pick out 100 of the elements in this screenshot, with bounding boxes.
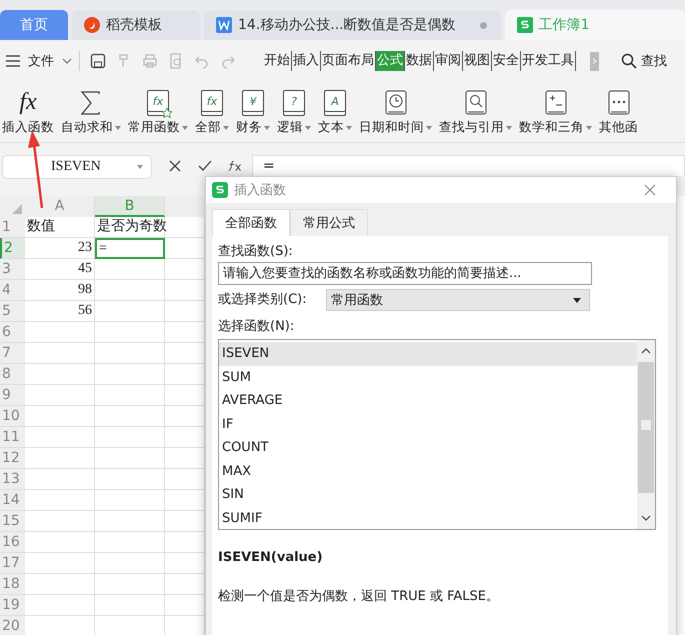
table-cell: 45 — [25, 259, 95, 280]
ribbon-tab[interactable]: 审阅 — [434, 51, 463, 71]
ribbon-button[interactable]: 日期和时间 — [359, 82, 432, 142]
menu-icon[interactable] — [6, 55, 20, 67]
document-tab[interactable]: 稻壳模板 — [72, 10, 200, 40]
table-cell — [25, 490, 95, 511]
table-cell — [95, 427, 165, 448]
dialog-tab[interactable]: 全部函数 — [212, 209, 290, 236]
function-description: 检测一个值是否为偶数，返回 TRUE 或 FALSE。 — [218, 588, 500, 605]
table-cell: 23 — [25, 238, 95, 259]
function-item[interactable]: ISEVEN — [219, 342, 637, 366]
function-item[interactable]: SUM — [219, 366, 637, 389]
ribbon-tab[interactable]: 开发工具 — [521, 51, 576, 71]
table-cell — [95, 301, 165, 322]
ribbon-button[interactable]: 其他函 — [599, 82, 638, 142]
table-cell — [95, 385, 165, 406]
ribbon-button[interactable]: 自动求和 — [61, 82, 121, 142]
table-cell — [95, 553, 165, 574]
table-cell — [25, 427, 95, 448]
ribbon-tab[interactable]: 开始 — [263, 51, 292, 71]
ribbon-button[interactable]: A 文本 — [318, 82, 352, 142]
table-cell — [95, 511, 165, 532]
ribbon-tab[interactable]: 插入 — [292, 51, 321, 71]
table-cell: 56 — [25, 301, 95, 322]
more-book-icon — [606, 90, 630, 116]
function-icon[interactable] — [228, 159, 242, 173]
table-cell — [25, 469, 95, 490]
file-menu[interactable]: 文件 — [28, 52, 54, 70]
ribbon-tab[interactable]: 安全 — [492, 51, 521, 71]
clock-book-icon — [384, 90, 408, 116]
document-icon — [216, 17, 232, 33]
document-tab[interactable]: 14.移动办公技...断数值是否是偶数 — [204, 10, 501, 40]
ribbon-button[interactable]: fx 全部 — [195, 82, 229, 142]
close-icon[interactable] — [644, 184, 656, 196]
table-cell: 数值 — [25, 217, 95, 238]
function-icon: fx — [19, 88, 37, 116]
ribbon-button[interactable]: fx 常用函数 — [128, 82, 188, 142]
caret-icon — [573, 298, 581, 302]
table-cell — [25, 553, 95, 574]
ribbon-button[interactable]: 查找与引用 — [439, 82, 512, 142]
table-cell — [25, 322, 95, 343]
function-item[interactable]: AVERAGE — [219, 389, 637, 412]
function-item[interactable]: SUMIF — [219, 506, 637, 530]
search-button[interactable]: 查找 — [621, 52, 668, 70]
category-dropdown[interactable]: 常用函数 — [326, 289, 590, 311]
caret-icon — [137, 165, 143, 169]
chevron-icon[interactable] — [62, 58, 72, 64]
ribbon-button[interactable]: ¥ 财务 — [236, 82, 270, 142]
ribbon-button[interactable]: ? 逻辑 — [277, 82, 311, 142]
plus-minus-book-icon — [544, 90, 568, 116]
function-item[interactable]: IF — [219, 412, 637, 436]
function-signature: ISEVEN(value) — [218, 550, 324, 565]
table-cell — [95, 532, 165, 553]
ribbon-button[interactable]: fx 插入函数 — [2, 82, 54, 142]
table-cell — [95, 364, 165, 385]
search-field[interactable]: 请输入您要查找的函数名称或函数功能的简要描述... — [218, 262, 592, 285]
function-item[interactable]: SIN — [219, 483, 637, 506]
name-box[interactable]: ISEVEN — [2, 155, 152, 179]
table-cell — [25, 343, 95, 364]
scrollbar-thumb[interactable] — [641, 420, 651, 430]
table-cell — [95, 406, 165, 427]
spreadsheet-icon — [212, 182, 228, 198]
field-label: 查找函数(S): — [218, 243, 294, 261]
function-item[interactable]: MAX — [219, 460, 637, 483]
field-label: 选择函数(N): — [218, 318, 296, 336]
ribbon-tab[interactable]: 视图 — [463, 51, 492, 71]
magnifier-book-icon — [464, 90, 488, 116]
cancel-icon[interactable] — [168, 159, 182, 173]
scroll-up-icon[interactable] — [641, 348, 651, 354]
table-cell: 是否为奇数 — [95, 217, 165, 238]
search-icon — [621, 53, 638, 69]
table-cell — [95, 469, 165, 490]
ribbon-button[interactable]: 数学和三角 — [519, 82, 592, 142]
book-icon: fx — [201, 90, 223, 116]
table-cell — [95, 343, 165, 364]
scroll-down-icon[interactable] — [641, 515, 651, 521]
dialog-title: 插入函数 — [234, 182, 286, 199]
table-cell — [25, 448, 95, 469]
check-icon[interactable] — [198, 159, 212, 173]
book-icon: A — [324, 90, 346, 116]
table-cell — [25, 532, 95, 553]
table-cell — [95, 490, 165, 511]
spreadsheet-icon — [516, 17, 533, 33]
save-icon[interactable] — [90, 53, 106, 69]
table-cell — [25, 406, 95, 427]
table-cell — [25, 511, 95, 532]
flame-icon — [84, 17, 100, 33]
table-cell: = — [95, 238, 165, 259]
table-cell: 98 — [25, 280, 95, 301]
function-item[interactable]: COUNT — [219, 436, 637, 460]
ribbon-tab[interactable]: 数据 — [405, 51, 434, 71]
table-cell — [25, 364, 95, 385]
table-cell — [95, 322, 165, 343]
table-cell — [95, 259, 165, 280]
table-cell — [25, 595, 95, 616]
formula-field[interactable]: = — [252, 155, 685, 176]
table-cell — [95, 280, 165, 301]
table-cell — [25, 574, 95, 595]
field-label: 或选择类别(C): — [218, 291, 307, 309]
table-cell — [25, 385, 95, 406]
